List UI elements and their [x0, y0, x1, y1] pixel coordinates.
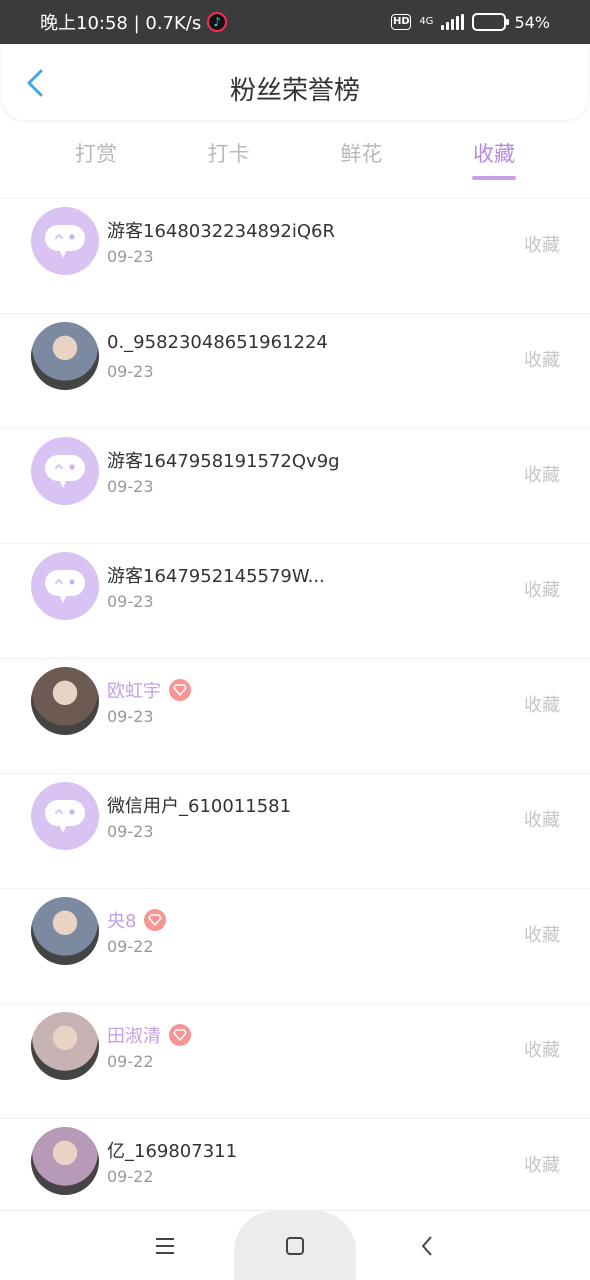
list-item[interactable]: 0._95823048651961224 09-23 收藏: [0, 313, 590, 428]
status-bar: 晚上10:58 | 0.7K/s ♪ HD 4G 54%: [0, 0, 590, 44]
tab-bar: 打赏 打卡 鲜花 收藏: [30, 128, 560, 180]
diamond-icon: [173, 684, 187, 696]
user-photo-avatar[interactable]: [31, 897, 99, 965]
item-date: 09-22: [107, 937, 154, 956]
user-name: 田淑清: [107, 1022, 191, 1048]
list-item[interactable]: 游客1647958191572Qv9g 09-23 收藏: [0, 428, 590, 543]
item-date: 09-23: [107, 247, 154, 266]
item-date: 09-22: [107, 1167, 154, 1186]
tab-flowers[interactable]: 鲜花: [295, 128, 427, 180]
action-label: 收藏: [524, 580, 560, 601]
diamond-icon: [148, 914, 163, 926]
user-photo-avatar[interactable]: [31, 1127, 99, 1195]
item-date: 09-23: [107, 592, 154, 611]
user-name-text: 亿_169807311: [107, 1141, 238, 1162]
user-name-text: 央8: [107, 911, 137, 932]
action-label: 收藏: [524, 1040, 560, 1061]
list-item[interactable]: 游客1647952145579W... 09-23 收藏: [0, 543, 590, 658]
user-name: 亿_169807311: [107, 1137, 237, 1163]
user-name-text: 田淑清: [107, 1026, 161, 1047]
user-name-text: 游客1647952145579W...: [107, 566, 325, 587]
user-name-text: 0._95823048651961224: [107, 332, 328, 353]
page-title: 粉丝荣誉榜: [229, 76, 360, 106]
tab-favorites[interactable]: 收藏: [428, 128, 560, 180]
tiktok-notification-icon: ♪: [207, 12, 228, 32]
nav-home-button[interactable]: [234, 1211, 356, 1280]
user-name: 欧虹宇: [107, 677, 191, 703]
menu-icon: [156, 1238, 174, 1254]
signal-icon: [441, 14, 465, 30]
vip-badge: [144, 909, 167, 931]
nav-menu-button[interactable]: [130, 1211, 200, 1280]
default-avatar[interactable]: [31, 782, 99, 850]
chat-bubble-icon: [45, 570, 85, 603]
status-time-speed: 晚上10:58 | 0.7K/s: [40, 13, 202, 34]
item-date: 09-23: [107, 477, 154, 496]
item-date: 09-23: [107, 822, 154, 841]
nav-back-button[interactable]: [392, 1211, 462, 1280]
system-nav-bar: [0, 1210, 590, 1280]
vip-badge: [169, 1024, 191, 1046]
default-avatar[interactable]: [31, 437, 99, 505]
list-item[interactable]: 田淑清 09-22 收藏: [0, 1003, 590, 1118]
home-square-icon: [286, 1237, 304, 1255]
item-date: 09-23: [107, 707, 154, 726]
user-name: 央8: [107, 907, 167, 933]
tab-checkin[interactable]: 打卡: [163, 128, 295, 180]
vip-badge: [169, 679, 191, 701]
default-avatar[interactable]: [31, 552, 99, 620]
user-name: 微信用户_610011581: [107, 792, 291, 818]
list-item[interactable]: 欧虹宇 09-23 收藏: [0, 658, 590, 773]
battery-percent: 54%: [514, 12, 550, 32]
chat-bubble-icon: [45, 800, 85, 833]
user-name-text: 游客1648032234892iQ6R: [107, 221, 336, 242]
user-name-text: 微信用户_610011581: [107, 796, 292, 817]
tab-reward[interactable]: 打赏: [30, 128, 162, 180]
status-left: 晚上10:58 | 0.7K/s ♪: [40, 9, 228, 35]
action-label: 收藏: [524, 235, 560, 256]
action-label: 收藏: [524, 695, 560, 716]
user-photo-avatar[interactable]: [31, 667, 99, 735]
battery-icon: [472, 13, 510, 31]
user-photo-avatar[interactable]: [31, 322, 99, 390]
list-item[interactable]: 微信用户_610011581 09-23 收藏: [0, 773, 590, 888]
user-name-text: 欧虹宇: [107, 681, 161, 702]
action-label: 收藏: [524, 1155, 560, 1176]
item-date: 09-23: [107, 362, 154, 381]
fan-list: 游客1648032234892iQ6R 09-23 收藏 0._95823048651…: [0, 198, 590, 1233]
item-date: 09-22: [107, 1052, 154, 1071]
user-name: 游客1647958191572Qv9g: [107, 447, 340, 473]
action-label: 收藏: [524, 350, 560, 371]
action-label: 收藏: [524, 810, 560, 831]
diamond-icon: [173, 1029, 187, 1041]
network-type-icon: 4G: [419, 16, 434, 27]
header: 粉丝荣誉榜: [2, 44, 588, 120]
user-name: 游客1647952145579W...: [107, 562, 325, 588]
user-photo-avatar[interactable]: [31, 1012, 99, 1080]
user-name-text: 游客1647958191572Qv9g: [107, 451, 340, 472]
list-item[interactable]: 央8 09-22 收藏: [0, 888, 590, 1003]
chat-bubble-icon: [45, 455, 85, 488]
action-label: 收藏: [524, 465, 560, 486]
default-avatar[interactable]: [31, 207, 99, 275]
back-triangle-icon: [422, 1236, 432, 1256]
user-name: 游客1648032234892iQ6R: [107, 217, 335, 243]
user-name: 0._95823048651961224: [107, 332, 328, 353]
hd-icon: HD: [391, 14, 412, 30]
chat-bubble-icon: [45, 225, 85, 258]
action-label: 收藏: [524, 925, 560, 946]
status-right: HD 4G 54%: [391, 13, 550, 32]
list-item[interactable]: 游客1648032234892iQ6R 09-23 收藏: [0, 198, 590, 313]
